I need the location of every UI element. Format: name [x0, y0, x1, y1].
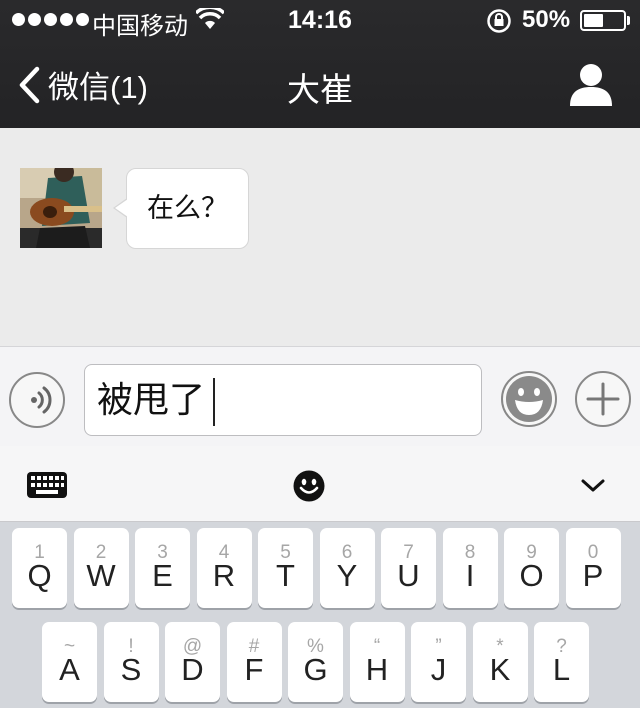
- key-h[interactable]: “H: [349, 622, 405, 702]
- text-caret: [213, 378, 216, 427]
- key-letter: H: [365, 652, 389, 687]
- key-w[interactable]: 2W: [73, 528, 129, 608]
- key-r[interactable]: 4R: [196, 528, 252, 608]
- keyboard: 1 Q 2 W 3 E 4 R 5 T 6 Y 7 U 8 I 9 O 0 P ~ A! S @ D # F% G “H” J * K? L: [0, 446, 640, 708]
- key-t[interactable]: 5T: [258, 528, 313, 608]
- message-text: 在么？: [147, 193, 228, 223]
- rotation-lock-icon: [487, 9, 511, 33]
- chat-area[interactable]: 在么？: [0, 128, 640, 346]
- key-letter: Q: [27, 558, 52, 593]
- emoji-icon: [506, 376, 552, 422]
- voice-icon: [31, 386, 52, 414]
- emoji-button[interactable]: [501, 371, 557, 427]
- key-g[interactable]: % G: [288, 622, 343, 702]
- key-l[interactable]: ? L: [534, 622, 589, 702]
- plus-icon: [586, 382, 620, 416]
- input-bar: 被甩了: [0, 346, 640, 446]
- key-p[interactable]: 0P: [565, 528, 621, 608]
- key-j[interactable]: ” J: [411, 622, 466, 702]
- key-letter: F: [244, 652, 264, 687]
- key-letter: U: [397, 558, 420, 593]
- key-letter: L: [552, 652, 571, 687]
- key-y[interactable]: 6Y: [319, 528, 375, 608]
- key-letter: A: [59, 652, 80, 687]
- battery-percent: 50%: [522, 6, 571, 33]
- key-letter: W: [86, 558, 116, 593]
- key-letter: O: [519, 558, 544, 593]
- key-f[interactable]: # F: [226, 622, 282, 702]
- battery-fill: [584, 14, 603, 27]
- key-o[interactable]: 9O: [504, 528, 559, 608]
- battery-icon: [580, 10, 626, 31]
- key-letter: G: [303, 652, 328, 687]
- key-letter: J: [430, 652, 447, 687]
- avatar[interactable]: [20, 168, 102, 248]
- back-button[interactable]: 微信(1): [18, 62, 148, 107]
- chevron-down-icon[interactable]: [580, 478, 606, 494]
- status-bar: 中国移动 14:16 50%: [0, 0, 640, 40]
- message-input-value: 被甩了: [97, 379, 206, 420]
- voice-button[interactable]: [9, 372, 65, 428]
- key-letter: K: [489, 652, 511, 687]
- key-k[interactable]: * K: [472, 622, 528, 702]
- key-i[interactable]: 8I: [442, 528, 498, 608]
- message-input[interactable]: 被甩了: [84, 364, 482, 436]
- key-letter: P: [582, 558, 604, 593]
- key-q[interactable]: 1Q: [12, 528, 67, 608]
- chat-title: 大崔: [287, 71, 353, 108]
- key-a[interactable]: ~ A: [42, 622, 97, 702]
- top-bar: 中国移动 14:16 50% 微信(1) 大崔: [0, 0, 640, 128]
- key-letter: E: [152, 558, 173, 593]
- key-letter: S: [120, 652, 142, 687]
- keyboard-icon[interactable]: [27, 472, 67, 498]
- key-letter: I: [465, 558, 475, 593]
- back-label: 微信(1): [48, 70, 148, 105]
- key-letter: D: [181, 652, 204, 687]
- key-letter: T: [276, 558, 295, 593]
- key-letter: Y: [336, 558, 358, 593]
- bubble-tail-inner: [115, 199, 128, 217]
- key-s[interactable]: ! S: [103, 622, 159, 702]
- smiley-icon[interactable]: [293, 470, 325, 502]
- battery-tip: [627, 16, 630, 25]
- message-bubble[interactable]: 在么？: [126, 168, 249, 249]
- key-letter: R: [212, 558, 236, 593]
- chevron-left-icon: [19, 66, 40, 103]
- key-u[interactable]: 7U: [381, 528, 436, 608]
- key-d[interactable]: @ D: [165, 622, 220, 702]
- avatar-image: [20, 168, 102, 248]
- keyboard-toolbar: [0, 446, 640, 522]
- key-e[interactable]: 3E: [135, 528, 190, 608]
- profile-icon[interactable]: [568, 62, 614, 106]
- plus-button[interactable]: [575, 371, 631, 427]
